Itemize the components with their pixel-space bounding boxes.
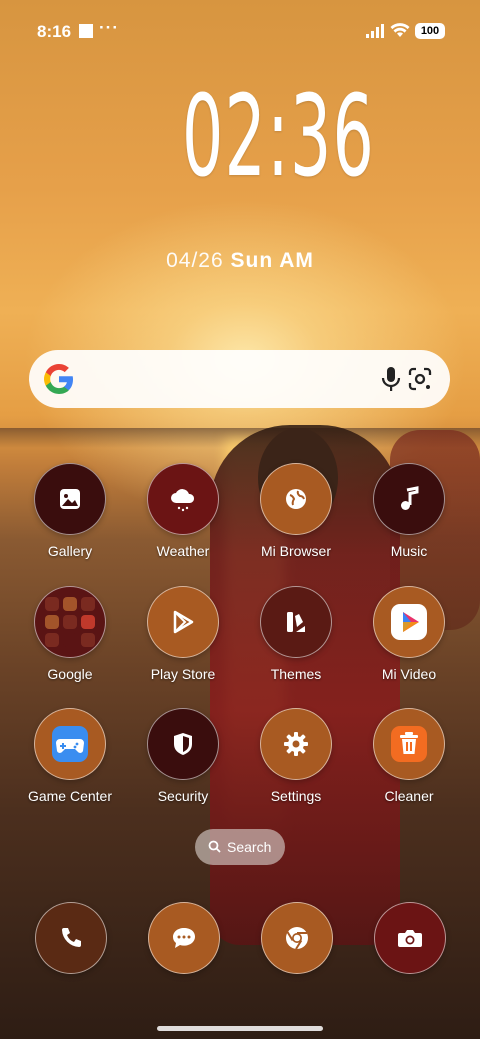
trash-icon: [373, 708, 445, 780]
app-label: Security: [157, 788, 209, 804]
shield-icon: [147, 708, 219, 780]
app-label: Music: [390, 543, 428, 559]
notification-square-icon: [79, 24, 93, 38]
clock-date: 04/26: [166, 249, 224, 272]
clock-date-line[interactable]: 04/26 Sun AM: [140, 249, 340, 273]
app-label: Google: [47, 666, 93, 682]
music-note-icon: [373, 463, 445, 535]
app-label: Play Store: [150, 666, 216, 682]
battery-indicator: 100: [415, 23, 445, 39]
app-security[interactable]: Security: [128, 708, 238, 804]
app-label: Gallery: [47, 543, 93, 559]
dock-camera[interactable]: [374, 902, 446, 974]
chrome-icon: [261, 902, 333, 974]
app-play-store[interactable]: Play Store: [128, 586, 238, 682]
play-store-icon: [147, 586, 219, 658]
app-folder-google[interactable]: Google: [15, 586, 125, 682]
dock-phone[interactable]: [35, 902, 107, 974]
weather-icon: [147, 463, 219, 535]
app-label: Game Center: [27, 788, 113, 804]
globe-icon: [260, 463, 332, 535]
app-settings[interactable]: Settings: [241, 708, 351, 804]
cellular-signal-icon: [366, 24, 384, 38]
app-themes[interactable]: Themes: [241, 586, 351, 682]
wifi-icon: [390, 23, 410, 37]
themes-icon: [260, 586, 332, 658]
app-mi-browser[interactable]: Mi Browser: [241, 463, 351, 559]
app-cleaner[interactable]: Cleaner: [354, 708, 464, 804]
home-indicator[interactable]: [157, 1026, 323, 1031]
search-icon: [208, 840, 221, 853]
app-label: Mi Video: [381, 666, 437, 682]
mi-video-icon: [373, 586, 445, 658]
google-search-bar[interactable]: [29, 350, 450, 408]
app-label: Mi Browser: [260, 543, 331, 559]
phone-icon: [35, 902, 107, 974]
game-controller-icon: [34, 708, 106, 780]
app-music[interactable]: Music: [354, 463, 464, 559]
app-label: Themes: [270, 666, 322, 682]
gear-icon: [260, 708, 332, 780]
clock-weekday: Sun AM: [230, 249, 314, 272]
more-notifications-icon: ···: [99, 18, 119, 37]
app-label: Settings: [270, 788, 322, 804]
google-lens-icon[interactable]: [407, 366, 433, 392]
gallery-icon: [34, 463, 106, 535]
app-search-button[interactable]: Search: [195, 829, 285, 865]
clock-time[interactable]: 02:36: [182, 72, 374, 202]
google-g-logo-icon: [44, 364, 73, 394]
status-time: 8:16: [37, 22, 72, 41]
folder-icon: [34, 586, 106, 658]
status-bar: 8:16 ··· 100: [0, 18, 480, 46]
chat-bubble-icon: [148, 902, 220, 974]
dock-chrome[interactable]: [261, 902, 333, 974]
microphone-icon[interactable]: [379, 365, 403, 393]
app-label: Cleaner: [384, 788, 434, 804]
app-mi-video[interactable]: Mi Video: [354, 586, 464, 682]
camera-icon: [374, 902, 446, 974]
app-label: Weather: [156, 543, 210, 559]
app-game-center[interactable]: Game Center: [15, 708, 125, 804]
search-pill-label: Search: [227, 839, 272, 855]
app-gallery[interactable]: Gallery: [15, 463, 125, 559]
app-weather[interactable]: Weather: [128, 463, 238, 559]
dock-messages[interactable]: [148, 902, 220, 974]
